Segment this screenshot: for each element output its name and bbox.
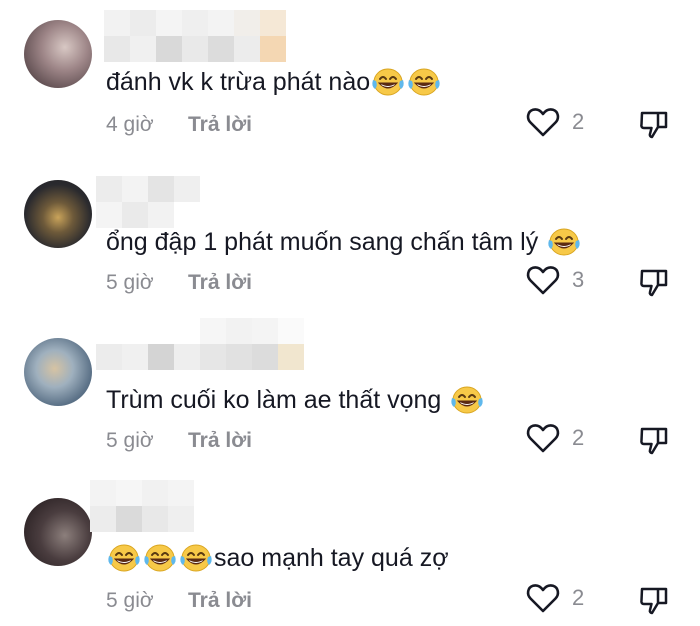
reply-button[interactable]: Trả lời (188, 112, 252, 138)
comment-item: Trùm cuối ko làm ae thất vọng 5 giờ Trả … (0, 316, 700, 466)
like-count: 2 (572, 109, 585, 134)
like-count: 2 (572, 425, 585, 450)
like-count: 3 (572, 267, 585, 292)
heart-icon (526, 424, 560, 453)
username-blurred[interactable] (104, 10, 312, 62)
comment-item: ổng đập 1 phát muốn sang chấn tâm lý 5 g… (0, 158, 700, 308)
comment-text-content: sao mạnh tay quá zợ (214, 544, 449, 572)
like-count: 2 (572, 585, 585, 610)
laughing-emoji-icon (179, 543, 213, 573)
username-blurred[interactable] (96, 318, 304, 370)
comment-text-content: ổng đập 1 phát muốn sang chấn tâm lý (106, 228, 539, 256)
heart-icon (526, 108, 560, 137)
comment-time: 5 giờ (106, 589, 154, 612)
laughing-emoji-icon (371, 67, 405, 97)
comment-text: sao mạnh tay quá zợ (106, 542, 449, 574)
comment-text-content: đánh vk k trừa phát nào (106, 68, 371, 96)
laughing-emoji-icon (547, 227, 581, 257)
comment-text-content: Trùm cuối ko làm ae thất vọng (106, 386, 442, 414)
thumbs-down-icon[interactable] (638, 584, 670, 616)
comment-text: Trùm cuối ko làm ae thất vọng (106, 384, 485, 416)
like-button[interactable]: 2 (526, 422, 584, 454)
avatar[interactable] (24, 20, 92, 88)
thumbs-down-icon[interactable] (638, 424, 670, 456)
laughing-emoji-icon (407, 67, 441, 97)
heart-icon (526, 266, 560, 295)
like-button[interactable]: 3 (526, 264, 584, 296)
heart-icon (526, 584, 560, 613)
comment-item: đánh vk k trừa phát nào 4 giờ Trả lời 2 (0, 0, 700, 150)
comment-text: đánh vk k trừa phát nào (106, 66, 442, 98)
username-blurred[interactable] (90, 480, 298, 532)
comment-item: sao mạnh tay quá zợ 5 giờ Trả lời 2 (0, 476, 700, 626)
laughing-emoji-icon (450, 385, 484, 415)
like-button[interactable]: 2 (526, 106, 584, 138)
laughing-emoji-icon (143, 543, 177, 573)
thumbs-down-icon[interactable] (638, 108, 670, 140)
comment-time: 4 giờ (106, 113, 154, 136)
avatar[interactable] (24, 180, 92, 248)
username-blurred[interactable] (96, 176, 304, 228)
avatar[interactable] (24, 498, 92, 566)
avatar[interactable] (24, 338, 92, 406)
comment-time: 5 giờ (106, 271, 154, 294)
reply-button[interactable]: Trả lời (188, 270, 252, 296)
comment-text: ổng đập 1 phát muốn sang chấn tâm lý (106, 226, 582, 258)
laughing-emoji-icon (107, 543, 141, 573)
like-button[interactable]: 2 (526, 582, 584, 614)
thumbs-down-icon[interactable] (638, 266, 670, 298)
reply-button[interactable]: Trả lời (188, 588, 252, 614)
comment-time: 5 giờ (106, 429, 154, 452)
reply-button[interactable]: Trả lời (188, 428, 252, 454)
